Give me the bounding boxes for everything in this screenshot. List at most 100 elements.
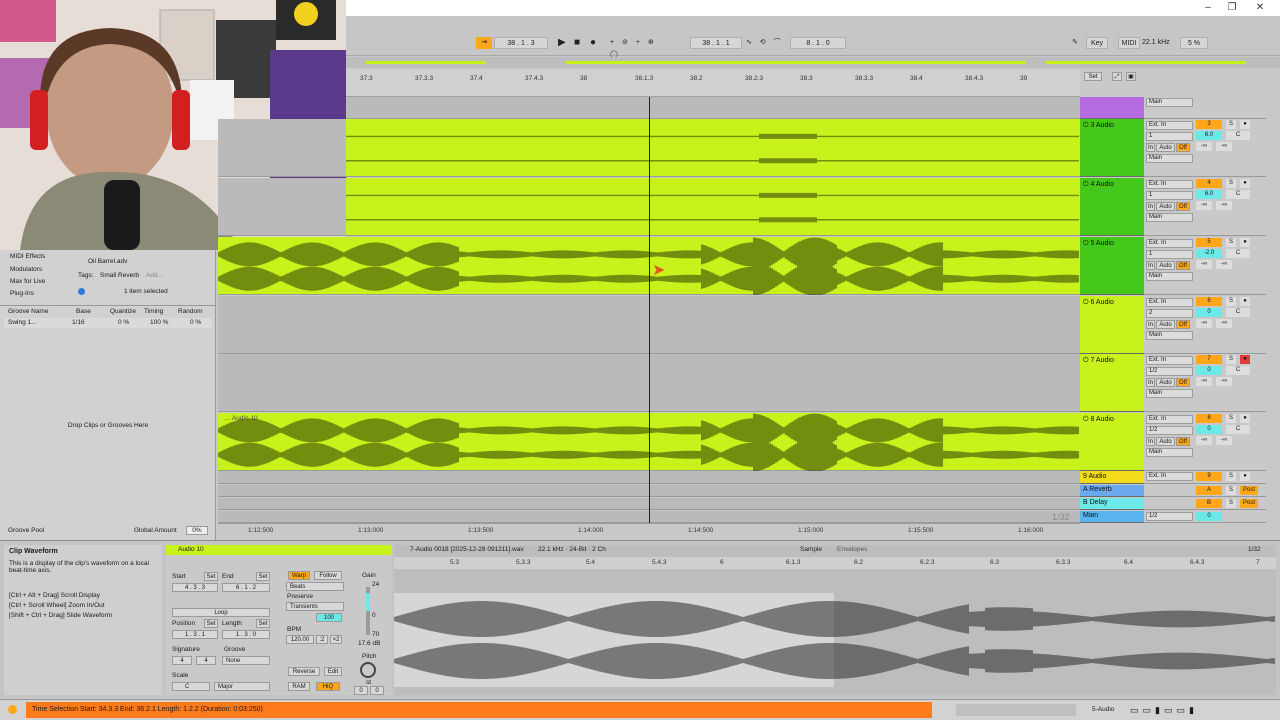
send-a-field[interactable]: -∞ [1196, 377, 1212, 386]
edit-button[interactable]: Edit [324, 667, 342, 676]
loop-toggle[interactable]: ∿ ⟲ ⌒ [746, 37, 786, 49]
track-header-8[interactable]: ⏻ 8 Audio [1080, 413, 1144, 471]
input-channel-select[interactable]: 1 [1146, 191, 1193, 200]
send-b-field[interactable]: -∞ [1216, 436, 1232, 445]
input-type-select[interactable]: Ext. In [1146, 298, 1193, 307]
monitor-in-button[interactable]: In [1146, 437, 1155, 446]
input-type-select[interactable]: Ext. In [1146, 180, 1193, 189]
input-select[interactable]: Ext. In [1146, 472, 1193, 481]
length-field[interactable]: 1 . 3 . 0 [222, 630, 270, 639]
groove-base[interactable]: 1/16 [72, 319, 85, 326]
output-select[interactable]: Main [1146, 389, 1193, 398]
double-tempo-button[interactable]: ×2 [330, 635, 342, 644]
output-select[interactable]: Main [1146, 213, 1193, 222]
post-button[interactable]: Post [1240, 486, 1258, 495]
output-select[interactable]: Main [1146, 331, 1193, 340]
solo-button[interactable]: S [1226, 179, 1236, 188]
browser-category[interactable]: MIDI Effects [10, 253, 45, 260]
preserve-select[interactable]: Transients [286, 602, 344, 611]
monitor-off-button[interactable]: Off [1176, 378, 1190, 387]
track-header-7[interactable]: ⏻ 7 Audio [1080, 354, 1144, 412]
set-position-button[interactable]: Set [204, 619, 218, 628]
lock-icon[interactable]: ▣ [1126, 72, 1136, 81]
browser-category[interactable]: Modulators [10, 266, 42, 273]
arm-button[interactable]: ● [1240, 120, 1250, 129]
draw-mode-icon[interactable]: ⤢ [1112, 72, 1122, 81]
volume-field[interactable]: 0 [1196, 366, 1222, 375]
send-b-field[interactable]: -∞ [1216, 142, 1232, 151]
arm-button[interactable]: ● [1240, 238, 1250, 247]
track-activator[interactable]: 9 [1196, 472, 1222, 481]
pencil-icon[interactable]: ✎ [1072, 37, 1082, 49]
monitor-auto-button[interactable]: Auto [1156, 437, 1175, 446]
hiq-button[interactable]: HiQ [316, 682, 340, 691]
track-header-4[interactable]: ⏻ 4 Audio [1080, 178, 1144, 236]
record-button[interactable]: ● [590, 37, 600, 49]
follow-button[interactable]: Follow [314, 571, 342, 580]
groove-row[interactable]: Swing 1... 1/16 0 % 100 % 0 % [4, 318, 212, 328]
post-button[interactable]: Post [1240, 499, 1258, 508]
track-activator[interactable]: 5 [1196, 238, 1222, 247]
monitor-in-button[interactable]: In [1146, 378, 1155, 387]
audio-clip[interactable] [346, 178, 1080, 235]
send-a-field[interactable]: -∞ [1196, 436, 1212, 445]
empty-lane-top[interactable] [346, 97, 1080, 119]
ram-button[interactable]: RAM [288, 682, 310, 691]
gain-slider[interactable] [366, 587, 370, 635]
scale-root-select[interactable]: C [172, 682, 210, 691]
solo-button[interactable]: S [1226, 472, 1236, 481]
input-type-select[interactable]: Ext. In [1146, 356, 1193, 365]
groove-random[interactable]: 0 % [190, 319, 201, 326]
volume-field[interactable]: 0 [1196, 425, 1222, 434]
loop-button[interactable]: Loop [172, 608, 270, 617]
monitor-in-button[interactable]: In [1146, 261, 1155, 270]
tag-chip[interactable]: Small Reverb [100, 272, 139, 279]
input-type-select[interactable]: Ext. In [1146, 239, 1193, 248]
reverse-button[interactable]: Reverse [288, 667, 320, 676]
set-length-button[interactable]: Set [256, 619, 270, 628]
browser-category[interactable]: Plug-Ins [10, 290, 34, 297]
pan-knob[interactable]: C [1226, 308, 1250, 317]
monitor-auto-button[interactable]: Auto [1156, 202, 1175, 211]
volume-field[interactable]: -2.0 [1196, 249, 1222, 258]
track-header-top[interactable] [1080, 97, 1144, 119]
track-header-5[interactable]: ⏻ 5 Audio [1080, 237, 1144, 295]
end-field[interactable]: 6 . 1 . 2 [222, 583, 270, 592]
send-a-field[interactable]: -∞ [1196, 319, 1212, 328]
send-b-field[interactable]: -∞ [1216, 201, 1232, 210]
send-b-field[interactable]: -∞ [1216, 260, 1232, 269]
output-select[interactable]: Main [1146, 98, 1193, 107]
midi-map-button[interactable]: MIDI [1118, 37, 1140, 49]
global-amount-field[interactable]: 0% [186, 526, 208, 535]
input-channel-select[interactable]: 2 [1146, 309, 1193, 318]
monitor-in-button[interactable]: In [1146, 202, 1155, 211]
loop-start[interactable]: 38 . 1 . 1 [690, 37, 742, 49]
output-select[interactable]: Main [1146, 154, 1193, 163]
track-activator[interactable]: A [1196, 486, 1222, 495]
monitor-in-button[interactable]: In [1146, 143, 1155, 152]
track-header-9[interactable]: 9 Audio [1080, 471, 1144, 484]
arm-button[interactable]: ● [1240, 472, 1250, 481]
set-end-button[interactable]: Set [256, 572, 270, 581]
output-select[interactable]: Main [1146, 448, 1193, 457]
warp-mode-select[interactable]: Beats [286, 582, 344, 591]
track-overview-strip[interactable] [956, 704, 1076, 716]
solo-button[interactable]: S [1226, 486, 1236, 495]
return-header-a[interactable]: A Reverb [1080, 485, 1144, 497]
volume-field[interactable]: 6.0 [1196, 190, 1222, 199]
tab-sample[interactable]: Sample [800, 546, 822, 553]
maximize-button[interactable]: ❐ [1220, 2, 1244, 13]
output-select[interactable]: Main [1146, 272, 1193, 281]
arm-button[interactable]: ● [1240, 355, 1250, 364]
track-activator[interactable]: 8 [1196, 414, 1222, 423]
pitch-knob[interactable] [360, 662, 376, 678]
solo-button[interactable]: S [1226, 414, 1236, 423]
output-select[interactable]: 1/2 [1146, 512, 1193, 521]
tab-envelopes[interactable]: Envelopes [837, 546, 867, 553]
pan-knob[interactable]: C [1226, 366, 1250, 375]
start-field[interactable]: 4 . 3 . 3 [172, 583, 218, 592]
track-header-3[interactable]: ⏻ 3 Audio [1080, 119, 1144, 177]
sample-waveform[interactable] [394, 593, 1276, 687]
key-map-button[interactable]: Key [1086, 37, 1108, 49]
main-header[interactable]: Main [1080, 511, 1144, 523]
